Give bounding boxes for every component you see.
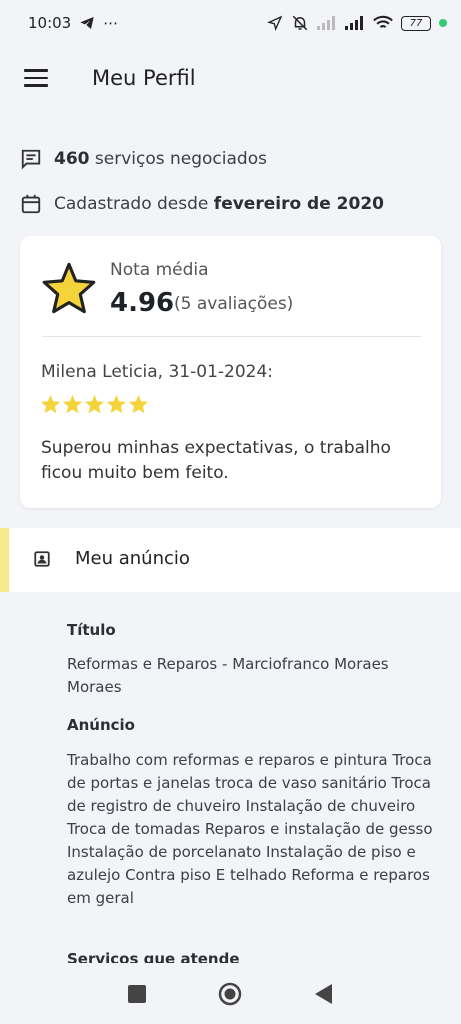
privacy-dot: [439, 19, 447, 27]
review-author: Milena Leticia, 31-01-2024:: [41, 362, 274, 382]
section-title: Meu anúncio: [75, 548, 190, 569]
section-accent: [0, 528, 9, 592]
square-icon: [127, 984, 146, 1003]
app-bar: Meu Perfil: [0, 46, 461, 114]
telegram-icon: [80, 17, 94, 29]
my-ad-section-header[interactable]: Meu anúncio: [0, 528, 461, 592]
back-button[interactable]: [309, 979, 339, 1009]
services-text: 460 serviços negociados: [54, 149, 267, 169]
services-stat: 460 serviços negociados: [20, 148, 267, 170]
ad-title-value: Reformas e Reparos - Marciofranco Moraes…: [67, 655, 389, 696]
services-label: serviços negociados: [94, 149, 267, 169]
bell-off-icon: [292, 15, 308, 31]
review-stars: [40, 394, 149, 414]
status-right: 77: [267, 14, 447, 32]
page-title: Meu Perfil: [92, 66, 196, 90]
location-icon: [267, 15, 283, 31]
ad-description-label: Anúncio: [67, 716, 135, 734]
rating-count: (5 avaliações): [174, 294, 294, 314]
review-star-icon: [128, 394, 149, 414]
rating-value: 4.96: [110, 288, 175, 318]
ad-title-label: Título: [67, 621, 116, 639]
registered-prefix: Cadastrado desde: [54, 194, 209, 214]
registered-text: Cadastrado desde fevereiro de 2020: [54, 194, 384, 214]
back-triangle-icon: [315, 983, 333, 1004]
registered-stat: Cadastrado desde fevereiro de 2020: [20, 193, 384, 215]
profile-card-icon: [34, 551, 50, 567]
registered-date: fevereiro de 2020: [213, 194, 384, 214]
review-star-icon: [84, 394, 105, 414]
review-text: Superou minhas expectativas, o trabalho …: [41, 438, 391, 483]
review-star-icon: [106, 394, 127, 414]
signal-icon-2: [345, 16, 363, 30]
star-icon: [42, 262, 96, 314]
system-nav-bar: [0, 963, 461, 1024]
recent-apps-button[interactable]: [122, 979, 152, 1009]
battery-icon: 77: [401, 15, 431, 31]
rating-label: Nota média: [110, 260, 209, 280]
signal-icon-1: [317, 16, 335, 30]
circle-icon: [219, 982, 242, 1005]
status-left: 10:03 ⋯: [28, 14, 118, 32]
calendar-icon: [21, 194, 41, 214]
review-star-icon: [40, 394, 61, 414]
review-star-icon: [62, 394, 83, 414]
chat-icon: [21, 149, 41, 170]
ad-description-value: Trabalho com reformas e reparos e pintur…: [67, 751, 433, 907]
status-time: 10:03: [28, 14, 72, 32]
status-bar: 10:03 ⋯ 77: [0, 0, 461, 46]
rating-card: Nota média 4.96 (5 avaliações) Milena Le…: [20, 236, 441, 508]
home-button[interactable]: [215, 979, 245, 1009]
more-dots: ⋯: [103, 14, 119, 32]
card-divider: [42, 336, 421, 337]
wifi-icon: [373, 15, 393, 29]
hamburger-menu-icon[interactable]: [24, 69, 48, 87]
services-count: 460: [54, 149, 90, 169]
